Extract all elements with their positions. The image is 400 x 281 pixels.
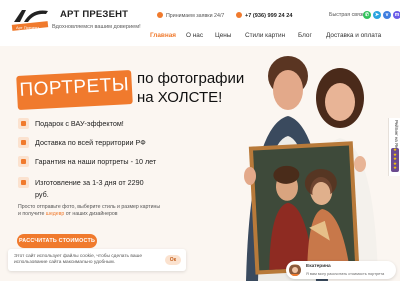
phone-number[interactable]: +7 (936) 999 24 24 xyxy=(245,13,292,19)
phone-icon xyxy=(236,12,242,18)
nav-home[interactable]: Главная xyxy=(150,32,176,39)
cookie-text-line: использование сайта максимально удобным. xyxy=(14,260,116,266)
nav-prices[interactable]: Цены xyxy=(215,32,231,39)
hero-title-line2: на ХОЛСТЕ! xyxy=(137,89,223,106)
chat-agent-name: Екатерина xyxy=(306,264,331,269)
coins-icon xyxy=(18,177,29,188)
calculate-price-button[interactable]: РАССЧИТАТЬ СТОИМОСТЬ xyxy=(17,234,97,248)
messengers-label: Быстрая связь: xyxy=(329,12,367,18)
nav-blog[interactable]: Блог xyxy=(298,32,312,39)
benefit-production-cont: руб. xyxy=(35,190,49,199)
max-icon[interactable]: m xyxy=(393,11,400,19)
chat-widget[interactable]: Екатерина Я вам могу рассчитать стоимост… xyxy=(286,261,396,279)
yandex-rating-widget[interactable]: Рейтинг на Яндексе 5.0 ★ ★ ★ ★ ★ xyxy=(388,118,400,176)
hero-badge: ПОРТРЕТЫ xyxy=(16,70,133,110)
cookie-text: Этот сайт использует файлы cookie, чтобы… xyxy=(14,254,142,267)
site-header: Арт Презент АРТ ПРЕЗЕНТ Вдохновляемся ва… xyxy=(0,0,400,46)
benefit-delivery: Доставка по всей территории РФ xyxy=(18,137,146,148)
benefit-guarantee: Гарантия на наши портреты - 10 лет xyxy=(18,156,156,167)
telegram-icon[interactable]: ➤ xyxy=(373,11,381,19)
benefit-text: Подарок с ВАУ-эффектом! xyxy=(35,119,124,128)
hours-text: Принимаем заявки 24/7 xyxy=(166,13,225,19)
chat-message: Я вам могу рассчитать стоимость портрета xyxy=(306,271,385,276)
shield-icon xyxy=(18,156,29,167)
hero-badge-text: ПОРТРЕТЫ xyxy=(19,74,130,101)
gift-icon xyxy=(18,118,29,129)
desc-highlight: шедевр xyxy=(45,211,65,217)
hero-description-line1: Просто отправьте фото, выберите стиль и … xyxy=(18,204,161,210)
logo-text: Арт Презент xyxy=(16,25,39,30)
logo[interactable]: Арт Презент xyxy=(10,8,52,32)
vk-icon[interactable]: v xyxy=(383,11,391,19)
benefit-production: Изготовление за 1-3 дня от 2290 xyxy=(18,177,144,188)
desc-text: и получите xyxy=(18,211,46,217)
nav-delivery[interactable]: Доставка и оплата xyxy=(326,32,381,39)
desc-text: от наших дизайнеров xyxy=(64,211,118,217)
brand-name: АРТ ПРЕЗЕНТ xyxy=(60,9,129,20)
working-hours: Принимаем заявки 24/7 xyxy=(157,12,224,19)
rating-stars: ★ ★ ★ ★ ★ xyxy=(391,147,399,172)
truck-icon xyxy=(18,137,29,148)
star-icon: ★ ★ ★ ★ ★ xyxy=(392,147,398,171)
benefit-text: Доставка по всей территории РФ xyxy=(35,138,146,147)
nav-about[interactable]: О нас xyxy=(186,32,203,39)
whatsapp-icon[interactable]: ✆ xyxy=(363,11,371,19)
phone-block[interactable]: +7 (936) 999 24 24 xyxy=(236,12,292,19)
messenger-links: ✆ ➤ v m xyxy=(363,11,400,19)
nav-styles[interactable]: Стили картин xyxy=(245,32,285,39)
benefit-text: Гарантия на наши портреты - 10 лет xyxy=(35,157,157,166)
brand-slogan: Вдохновляемся вашим доверием! xyxy=(52,24,141,30)
hero-description-line2: и получите шедевр от наших дизайнеров xyxy=(18,211,118,217)
benefit-gift: Подарок с ВАУ-эффектом! xyxy=(18,118,124,129)
clock-icon xyxy=(157,12,163,18)
hero-photo xyxy=(244,56,378,281)
cookie-banner: Этот сайт использует файлы cookie, чтобы… xyxy=(8,249,186,271)
avatar xyxy=(289,264,301,276)
cookie-ok-button[interactable]: Ок xyxy=(165,255,181,265)
benefit-text: Изготовление за 1-3 дня от 2290 xyxy=(35,178,144,187)
